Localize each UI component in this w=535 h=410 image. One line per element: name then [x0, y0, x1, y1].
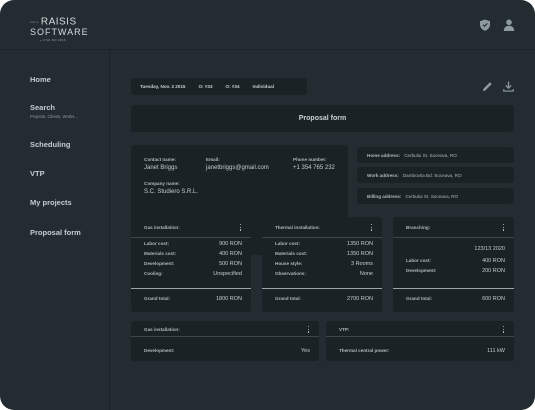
- more-options-icon[interactable]: [370, 224, 373, 232]
- cost-row: Materials cost: 400 RON: [144, 251, 242, 257]
- divider: [393, 288, 514, 289]
- detail-row: Development: Yes: [144, 348, 310, 354]
- contact-name-label: Contact name:: [144, 157, 176, 162]
- address-value: Dambovita Bd. Suceava, RO: [402, 172, 462, 178]
- sidebar-item-label: Search: [30, 103, 56, 112]
- card-title: VTP:: [339, 327, 350, 332]
- sidebar-item-my-projects[interactable]: My projects: [30, 198, 72, 207]
- company-value: S.C. Studiero S.R.L.: [144, 189, 199, 195]
- more-options-icon[interactable]: [502, 224, 505, 232]
- cost-row: Labor cost: 400 RON: [406, 258, 505, 264]
- offer-chip-2: O: #34: [225, 84, 240, 89]
- grand-total-row: Grand total: 1800 RON: [144, 296, 242, 302]
- proposal-form-header: Proposal form: [131, 105, 514, 132]
- branching-card: Branching: 123/13 2020 Labor cost: 400 RO…: [393, 217, 514, 312]
- sidebar-item-label: Scheduling: [30, 140, 71, 149]
- sidebar-item-proposal-form[interactable]: Proposal form: [30, 228, 81, 237]
- sidebar-item-label: VTP: [30, 169, 45, 178]
- cost-row: Labor cost: 900 RON: [144, 241, 242, 247]
- address-label: Work address:: [367, 172, 399, 178]
- user-icon[interactable]: [503, 19, 515, 31]
- company-label: Company name:: [144, 181, 180, 186]
- brand-small: Ionic: [30, 20, 39, 24]
- cost-row: Development: 200 RON: [406, 268, 505, 274]
- gas-installation-card: Gas installation: Labor cost: 900 RON Mat…: [131, 217, 251, 312]
- grand-total-row: Grand total: 2700 RON: [275, 296, 373, 302]
- work-address: Work address: Dambovita Bd. Suceava, RO: [357, 167, 514, 183]
- cost-row: Labor cost: 1350 RON: [275, 241, 373, 247]
- sidebar-item-home[interactable]: Home: [30, 75, 51, 84]
- offer-chip-1: O: #33: [198, 84, 213, 89]
- card-title: Gas installation:: [144, 327, 180, 332]
- divider: [131, 288, 251, 289]
- sidebar-item-label: Home: [30, 75, 51, 84]
- cost-row: Development: 500 RON: [144, 261, 242, 267]
- address-label: Billing address:: [367, 193, 402, 199]
- address-label: Home address:: [367, 152, 401, 158]
- sidebar-item-vtp[interactable]: VTP: [30, 169, 45, 178]
- card-title: Gas installation:: [144, 225, 180, 230]
- vtp-card: VTP: Thermal central power: 111 kW: [326, 321, 514, 361]
- sidebar-item-scheduling[interactable]: Scheduling: [30, 140, 70, 149]
- address-value: Cerbului St. Suceava, RO: [404, 152, 457, 158]
- cost-row: Observations: None: [275, 271, 373, 277]
- download-icon[interactable]: [503, 81, 514, 92]
- contact-name-value: Janet Briggs: [144, 165, 178, 171]
- gas-installation-summary-card: Gas installation: Development: Yes: [131, 321, 319, 361]
- pencil-icon[interactable]: [482, 81, 493, 92]
- date-row: 123/13 2020: [474, 246, 505, 252]
- more-options-icon[interactable]: [307, 326, 310, 334]
- more-options-icon[interactable]: [502, 326, 505, 334]
- more-options-icon[interactable]: [239, 224, 242, 232]
- phone-label: Phone number:: [293, 157, 327, 162]
- card-title: Branching:: [406, 225, 431, 230]
- top-bar: Ionic RAISIS SOFTWARE + CSO RO 2016: [0, 0, 535, 50]
- email-label: Email:: [206, 157, 220, 162]
- phone-value[interactable]: +1 354 765 232: [293, 165, 335, 171]
- app-window: Ionic RAISIS SOFTWARE + CSO RO 2016 Home …: [0, 0, 535, 410]
- brand-name: RAISIS: [40, 16, 77, 28]
- sidebar: Home Search Projects, Clients, Works... …: [0, 51, 110, 410]
- cost-row: Cooling: Unspecified: [144, 271, 242, 277]
- divider: [262, 288, 382, 289]
- brand-name-2: SOFTWARE: [30, 26, 89, 37]
- shield-icon[interactable]: [479, 19, 491, 31]
- sidebar-item-label: Proposal form: [30, 228, 81, 237]
- client-type-chip: Individual: [252, 84, 274, 89]
- grand-total-row: Grand total: 600 RON: [406, 296, 505, 302]
- address-value: Cerbului St. Suceava, RO: [405, 193, 459, 199]
- date-chip: Tuesday, Nov. 3 2015: [140, 84, 186, 89]
- home-address: Home address: Cerbului St. Suceava, RO: [357, 147, 514, 163]
- email-value[interactable]: janetbriggs@gmail.com: [206, 165, 269, 171]
- brand-tagline: + CSO RO 2016: [40, 37, 66, 42]
- info-chips-bar: Tuesday, Nov. 3 2015 O: #33 O: #34 Indiv…: [131, 78, 307, 95]
- brand-logo[interactable]: Ionic RAISIS SOFTWARE + CSO RO 2016: [30, 17, 100, 42]
- cost-row: House style: 3 Rooms: [275, 261, 373, 267]
- sidebar-item-sublabel: Projects, Clients, Works...: [30, 114, 78, 119]
- card-title: Thermal installation:: [275, 225, 320, 230]
- thermal-installation-card: Thermal installation: Labor cost: 1350 RO…: [262, 217, 382, 312]
- page-title: Proposal form: [298, 115, 347, 122]
- main-content: Tuesday, Nov. 3 2015 O: #33 O: #34 Indiv…: [111, 51, 535, 410]
- billing-address: Billing address: Cerbului St. Suceava, R…: [357, 188, 514, 204]
- sidebar-item-search[interactable]: Search Projects, Clients, Works...: [30, 103, 78, 119]
- cost-row: Materials cost: 1350 RON: [275, 251, 373, 257]
- detail-row: Thermal central power: 111 kW: [339, 348, 505, 354]
- sidebar-item-label: My projects: [30, 198, 72, 207]
